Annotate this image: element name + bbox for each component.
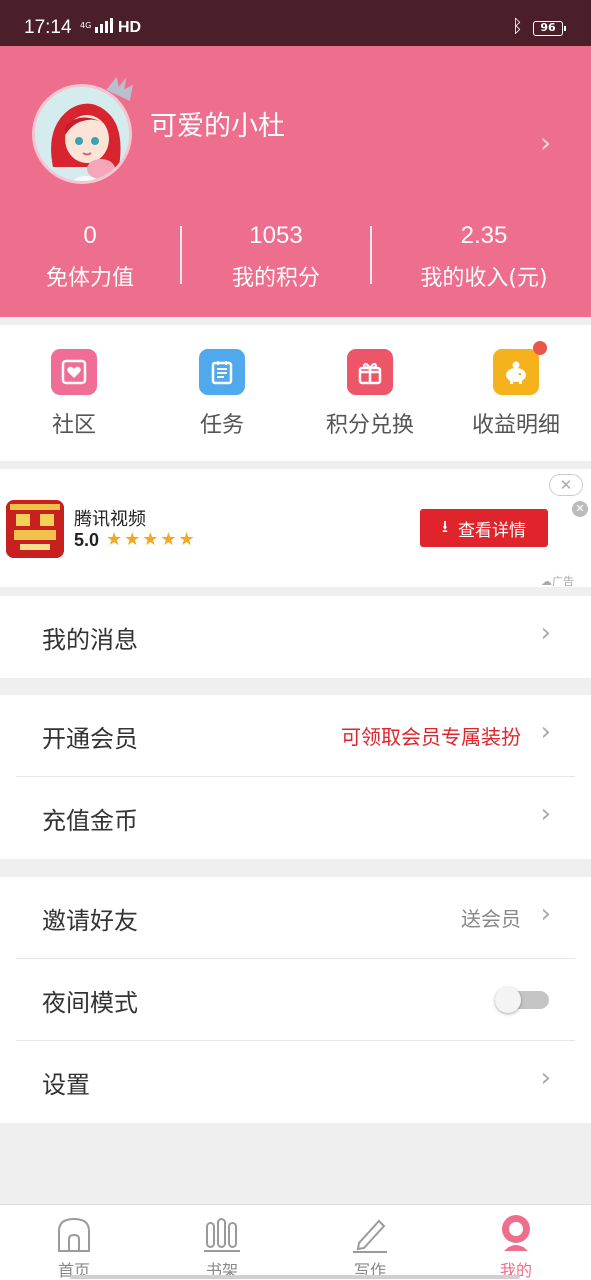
bookshelf-icon <box>148 1211 296 1253</box>
chevron-right-icon: › <box>540 899 551 929</box>
tab-write[interactable]: 写作 <box>296 1211 444 1280</box>
ad-app-icon <box>6 500 64 558</box>
piggy-bank-icon <box>493 341 547 395</box>
ad-close-button[interactable]: ✕ <box>549 474 583 496</box>
vip-promo-text: 可领取会员专属装扮 <box>341 725 521 749</box>
community-icon <box>51 349 97 395</box>
close-icon[interactable]: ✕ <box>572 501 588 517</box>
profile-header[interactable]: 可爱的小杜 › 0 免体力值 1053 我的积分 2.35 我的收入(元) <box>0 46 591 317</box>
hd-indicator: HD <box>118 19 142 36</box>
menu-item-settings[interactable]: 设置 › <box>0 1041 591 1123</box>
quick-action-points-exchange[interactable]: 积分兑换 <box>296 349 444 439</box>
stat-points[interactable]: 1053 我的积分 <box>186 222 366 292</box>
stat-stamina[interactable]: 0 免体力值 <box>0 222 180 292</box>
profile-icon <box>442 1211 590 1253</box>
menu-item-vip[interactable]: 开通会员 可领取会员专属装扮 › <box>0 695 591 777</box>
bluetooth-icon: ᛒ <box>512 16 523 37</box>
menu-item-messages[interactable]: 我的消息 › <box>0 596 591 678</box>
gift-icon <box>347 349 393 395</box>
ad-title: 腾讯视频 <box>74 509 146 530</box>
menu-item-recharge[interactable]: 充值金币 › <box>0 777 591 859</box>
status-bar: 17:14 4G HD ᛒ 96 <box>0 0 591 46</box>
quick-action-task[interactable]: 任务 <box>148 349 296 439</box>
battery-icon: 96 <box>533 21 566 36</box>
quick-actions: 社区 任务 积分兑换 收益明细 <box>0 325 591 461</box>
ad-details-button[interactable]: ⭳ 查看详情 <box>420 509 548 547</box>
invite-reward-text: 送会员 <box>461 907 521 931</box>
menu-item-invite[interactable]: 邀请好友 送会员 › <box>0 877 591 959</box>
menu-group-settings: 邀请好友 送会员 › 夜间模式 设置 › <box>0 877 591 1123</box>
chevron-right-icon: › <box>540 717 551 747</box>
night-mode-toggle[interactable] <box>495 987 549 1013</box>
bottom-tab-bar: 首页 书架 写作 我的 <box>0 1204 591 1280</box>
ad-banner[interactable]: 腾讯视频 5.0 ★★★★★ ⭳ 查看详情 ✕ ✕ ☁广告 <box>0 469 591 588</box>
tab-bookshelf[interactable]: 书架 <box>148 1211 296 1280</box>
signal-icon: 4G <box>80 18 114 36</box>
username: 可爱的小杜 <box>150 111 285 142</box>
menu-item-night-mode: 夜间模式 <box>0 959 591 1041</box>
chevron-right-icon: › <box>540 618 551 648</box>
task-icon <box>199 349 245 395</box>
ad-label: ☁广告 <box>541 575 574 588</box>
ad-rating: 5.0 <box>74 530 100 550</box>
download-icon: ⭳ <box>442 516 448 537</box>
chevron-right-icon[interactable]: › <box>540 126 551 159</box>
stat-income[interactable]: 2.35 我的收入(元) <box>394 222 574 292</box>
home-indicator <box>70 1275 520 1279</box>
home-icon <box>0 1211 148 1253</box>
crown-icon <box>106 77 133 101</box>
quick-action-earnings[interactable]: 收益明细 <box>442 341 590 439</box>
tab-home[interactable]: 首页 <box>0 1211 148 1280</box>
divider <box>370 226 372 284</box>
chevron-right-icon: › <box>540 799 551 829</box>
rating-stars: ★★★★★ <box>106 529 197 550</box>
clock: 17:14 <box>24 17 72 38</box>
notification-dot <box>533 341 547 355</box>
pen-icon <box>296 1211 444 1253</box>
quick-action-community[interactable]: 社区 <box>0 349 148 439</box>
avatar[interactable] <box>32 77 133 184</box>
divider <box>180 226 182 284</box>
menu-group-account: 开通会员 可领取会员专属装扮 › 充值金币 › <box>0 695 591 859</box>
tab-mine[interactable]: 我的 <box>442 1211 590 1280</box>
chevron-right-icon: › <box>540 1063 551 1093</box>
menu-group-messages: 我的消息 › <box>0 596 591 678</box>
